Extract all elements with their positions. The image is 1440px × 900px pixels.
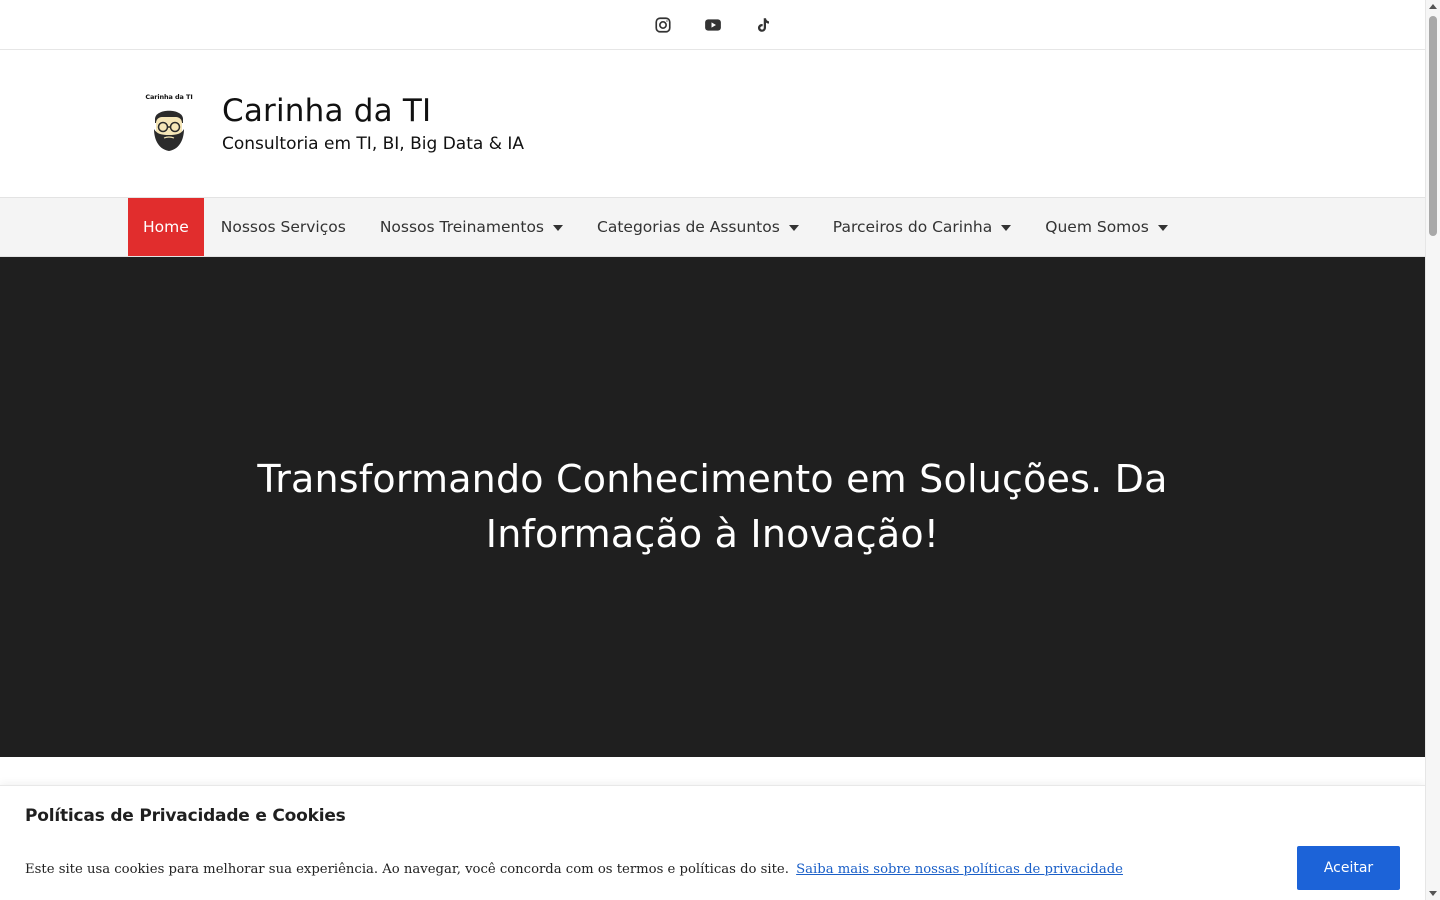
scroll-up-icon[interactable] (1429, 4, 1437, 9)
site-title[interactable]: Carinha da TI (222, 93, 524, 129)
bearded-face-icon (154, 110, 184, 151)
youtube-icon[interactable] (703, 15, 723, 35)
nav-item-nossos-servicos[interactable]: Nossos Serviços (204, 198, 363, 256)
hero-section: Transformando Conhecimento em Soluções. … (0, 257, 1425, 757)
nav-item-label: Categorias de Assuntos (597, 218, 780, 236)
caret-down-icon (788, 225, 799, 231)
nav-item-label: Parceiros do Carinha (832, 218, 993, 236)
caret-down-icon (1001, 225, 1012, 231)
site-header: Carinha da TI Carinha da TI Consultoria … (0, 50, 1425, 197)
brand: Carinha da TI Consultoria em TI, BI, Big… (222, 93, 524, 154)
cookie-row: Este site usa cookies para melhorar sua … (25, 846, 1400, 890)
main-nav: Home Nossos Serviços Nossos Treinamentos… (0, 197, 1425, 257)
nav-item-label: Nossos Serviços (220, 218, 346, 236)
nav-item-nossos-treinamentos[interactable]: Nossos Treinamentos (363, 198, 580, 256)
nav-item-label: Nossos Treinamentos (379, 218, 545, 236)
nav-item-label: Quem Somos (1045, 218, 1149, 236)
cookie-banner: Políticas de Privacidade e Cookies Este … (0, 785, 1425, 900)
scroll-down-icon[interactable] (1429, 891, 1437, 896)
accept-cookies-button[interactable]: Aceitar (1297, 846, 1400, 890)
tiktok-icon[interactable] (753, 15, 773, 35)
caret-down-icon (1157, 225, 1168, 231)
caret-down-icon (553, 225, 564, 231)
hero-title: Transformando Conhecimento em Soluções. … (257, 457, 1168, 556)
nav-item-label: Home (143, 218, 189, 236)
nav-item-home[interactable]: Home (128, 198, 204, 256)
site-logo[interactable]: Carinha da TI (142, 93, 196, 159)
nav-item-categorias-de-assuntos[interactable]: Categorias de Assuntos (580, 198, 816, 256)
privacy-policy-link[interactable]: Saiba mais sobre nossas políticas de pri… (796, 862, 1123, 877)
page: Carinha da TI Carinha da TI Consultoria … (0, 0, 1425, 900)
social-bar (0, 0, 1425, 50)
instagram-icon[interactable] (653, 15, 673, 35)
scrollbar-thumb[interactable] (1429, 16, 1437, 236)
nav-item-parceiros-do-carinha[interactable]: Parceiros do Carinha (816, 198, 1028, 256)
site-tagline: Consultoria em TI, BI, Big Data & IA (222, 134, 524, 154)
logo-caption: Carinha da TI (145, 92, 193, 101)
page-scrollbar[interactable] (1425, 0, 1440, 900)
cookie-title: Políticas de Privacidade e Cookies (25, 806, 346, 826)
cookie-message: Este site usa cookies para melhorar sua … (25, 862, 1123, 877)
nav-item-quem-somos[interactable]: Quem Somos (1028, 198, 1185, 256)
cookie-text: Este site usa cookies para melhorar sua … (25, 861, 789, 877)
